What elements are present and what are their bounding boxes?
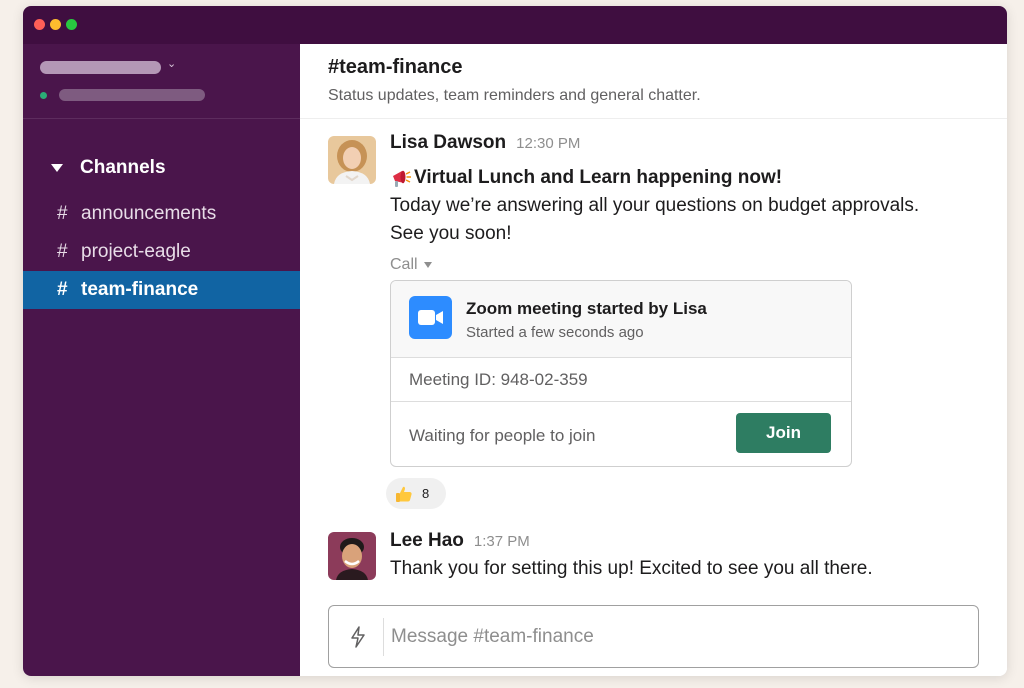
join-button[interactable]: Join [736,413,831,453]
message-line: Virtual Lunch and Learn happening now! [390,164,782,192]
channel-label: project-eagle [81,241,191,262]
message-timestamp[interactable]: 12:30 PM [516,135,580,152]
message-input[interactable] [391,618,961,656]
channel-header: #team-finance Status updates, team remin… [300,44,1007,119]
waiting-status: Waiting for people to join [409,426,596,445]
call-label[interactable]: Call [390,256,432,274]
message-text: Today we’re answering all your questions… [390,195,920,216]
workspace-header[interactable]: ⌄ [23,44,300,119]
title-bar [23,6,1007,44]
channel-label: announcements [81,203,217,224]
sidebar-item-announcements[interactable]: # announcements [23,195,300,233]
channel-view: #team-finance Status updates, team remin… [300,44,1007,676]
channels-section-header[interactable]: Channels [51,157,166,179]
call-card-header: Zoom meeting started by Lisa Started a f… [391,281,851,358]
username-placeholder [59,89,205,101]
caret-down-icon [51,164,63,172]
sidebar-item-project-eagle[interactable]: # project-eagle [23,233,300,271]
reaction-count: 8 [422,486,430,501]
channels-header-label: Channels [80,157,166,178]
meeting-id: Meeting ID: 948-02-359 [409,370,588,389]
meeting-id-row: Meeting ID: 948-02-359 [391,358,851,402]
message-header: Lee Hao 1:37 PM [390,530,530,552]
hash-icon: # [57,241,68,262]
hash-icon: # [57,203,68,224]
sidebar-item-team-finance[interactable]: # team-finance [23,271,300,309]
presence-dot-icon [40,92,47,99]
message-composer [328,605,979,668]
call-subtitle: Started a few seconds ago [466,324,644,341]
close-window-button[interactable] [34,19,45,30]
minimize-window-button[interactable] [50,19,61,30]
thumbs-up-icon [394,484,414,504]
zoom-call-card: Zoom meeting started by Lisa Started a f… [390,280,852,467]
message-text: Thank you for setting this up! Excited t… [390,558,873,579]
message-text: Virtual Lunch and Learn happening now! [414,167,783,188]
lightning-bolt-icon[interactable] [350,626,366,653]
avatar-lisa-dawson[interactable] [328,136,376,184]
call-title: Zoom meeting started by Lisa [466,299,707,318]
message-author[interactable]: Lee Hao [390,530,464,551]
message-text: See you soon! [390,223,512,244]
page-title[interactable]: #team-finance [328,56,463,79]
message-timestamp[interactable]: 1:37 PM [474,533,530,550]
chevron-down-icon: ⌄ [167,58,177,70]
zoom-video-icon [409,296,452,339]
channel-label: team-finance [81,279,199,300]
maximize-window-button[interactable] [66,19,77,30]
caret-down-icon [423,262,432,268]
avatar-lee-hao[interactable] [328,532,376,580]
sidebar: ⌄ Channels # announcements # project-eag… [23,44,300,676]
workspace-name-placeholder [40,61,161,74]
channel-topic: Status updates, team reminders and gener… [328,87,701,104]
composer-divider [383,618,384,656]
megaphone-icon [390,167,412,189]
message-author[interactable]: Lisa Dawson [390,132,506,153]
call-label-text: Call [390,256,418,273]
message-header: Lisa Dawson 12:30 PM [390,132,580,154]
hash-icon: # [57,279,68,300]
reaction-thumbs-up[interactable]: 8 [386,478,446,509]
app-window: ⌄ Channels # announcements # project-eag… [23,6,1007,676]
